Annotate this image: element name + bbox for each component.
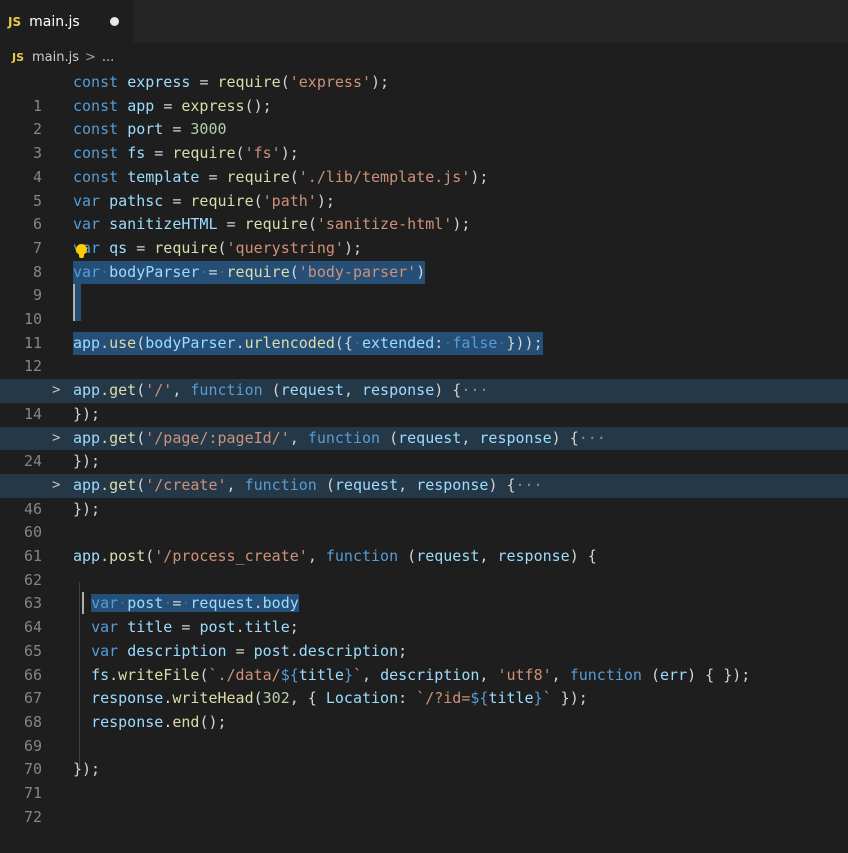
code-line[interactable]: 3 const port = 3000: [0, 118, 848, 162]
code-text: });: [73, 452, 101, 471]
code-text: fs.writeFile(`./data/${title}`, descript…: [91, 665, 751, 684]
code-line[interactable]: 69 response.end();: [0, 711, 848, 755]
code-text: const template = require('./lib/template…: [73, 167, 489, 186]
fold-ellipsis[interactable]: ···: [461, 381, 488, 399]
code-line[interactable]: 23 });: [0, 403, 848, 447]
line-number: 72: [23, 807, 42, 826]
unsaved-dot-icon[interactable]: [110, 17, 119, 26]
code-editor[interactable]: 1 const express = require('express'); 2 …: [0, 71, 848, 826]
code-line[interactable]: 72: [0, 782, 848, 826]
code-text: const app = express();: [73, 96, 272, 115]
code-line[interactable]: 45 });: [0, 450, 848, 494]
code-line[interactable]: 5 const template = require('./lib/templa…: [0, 166, 848, 210]
fold-chevron-icon[interactable]: >: [52, 427, 60, 451]
code-line[interactable]: 71 });: [0, 758, 848, 802]
code-text: const fs = require('fs');: [73, 144, 299, 163]
fold-chevron-icon[interactable]: >: [52, 474, 60, 498]
fold-ellipsis[interactable]: ···: [516, 476, 543, 494]
code-line[interactable]: 66 var description = post.description;: [0, 640, 848, 684]
code-text: app.get('/page/:pageId/', function (requ…: [73, 428, 606, 447]
code-text: var description = post.description;: [91, 641, 408, 660]
code-text: app.get('/create', function (request, re…: [73, 475, 543, 494]
code-line[interactable]: 61: [0, 521, 848, 565]
code-text: response.writeHead(302, { Location: `/?i…: [91, 689, 588, 708]
code-text: app.post('/process_create', function (re…: [73, 547, 597, 565]
tab-bar: JS main.js: [0, 0, 848, 43]
lightbulb-icon[interactable]: [76, 243, 87, 258]
code-text: var sanitizeHTML = require('sanitize-htm…: [73, 215, 471, 234]
code-line[interactable]: 6 var pathsc = require('path');: [0, 190, 848, 234]
code-line-folded[interactable]: 24 > app.get('/page/:pageId/', function …: [0, 426, 848, 470]
code-line[interactable]: 4 const fs = require('fs');: [0, 142, 848, 186]
code-line[interactable]: 70: [0, 735, 848, 778]
fold-chevron-icon[interactable]: >: [52, 379, 60, 403]
code-text: app.use(bodyParser.urlencoded({·extended…: [73, 331, 543, 356]
code-line[interactable]: 12 app.use(bodyParser.urlencoded({·exten…: [0, 331, 848, 375]
breadcrumb-file[interactable]: main.js: [32, 50, 79, 65]
code-text: const express = require('express');: [73, 73, 390, 91]
code-line[interactable]: 7 var sanitizeHTML = require('sanitize-h…: [0, 213, 848, 257]
code-text: });: [73, 760, 101, 779]
code-text: const port = 3000: [73, 120, 227, 139]
js-file-icon: JS: [12, 50, 25, 64]
chevron-right-icon: >: [85, 49, 96, 65]
code-line[interactable]: 9 var·bodyParser·=·require('body-parser'…: [0, 260, 848, 304]
code-line[interactable]: 64 var·post·=·request.body: [0, 592, 848, 636]
breadcrumb: JS main.js > ...: [0, 43, 848, 71]
code-line[interactable]: 60 });: [0, 498, 848, 542]
js-file-icon: JS: [8, 14, 22, 29]
code-text: });: [73, 499, 101, 518]
code-text: var title = post.title;: [91, 618, 299, 637]
code-text: app.get('/', function (request, response…: [73, 381, 489, 400]
code-line[interactable]: 13: [0, 355, 848, 399]
code-text: var pathsc = require('path');: [73, 191, 335, 210]
fold-ellipsis[interactable]: ···: [579, 429, 606, 447]
code-line-folded[interactable]: 46 > app.get('/create', function (reques…: [0, 473, 848, 518]
code-line[interactable]: 62 app.post('/process_create', function …: [0, 545, 848, 589]
code-line[interactable]: 67 fs.writeFile(`./data/${title}`, descr…: [0, 664, 848, 708]
code-line[interactable]: 68 response.writeHead(302, { Location: `…: [0, 687, 848, 731]
code-text: var qs = require('querystring');: [73, 238, 362, 257]
code-line[interactable]: 63: [0, 569, 848, 612]
code-line[interactable]: 10: [0, 284, 848, 328]
tab-label: main.js: [29, 13, 80, 30]
breadcrumb-more[interactable]: ...: [102, 50, 114, 65]
code-line[interactable]: 8 var qs = require('querystring');: [0, 237, 848, 281]
code-line[interactable]: 11: [0, 308, 848, 352]
tab-main-js[interactable]: JS main.js: [0, 0, 133, 43]
code-text: });: [73, 404, 101, 423]
code-line[interactable]: 65 var title = post.title;: [0, 616, 848, 660]
code-line[interactable]: 2 const app = express();: [0, 95, 848, 139]
code-line[interactable]: 1 const express = require('express');: [0, 71, 848, 115]
code-line-folded[interactable]: 14 > app.get('/', function (request, res…: [0, 379, 848, 423]
code-text: var·bodyParser·=·require('body-parser'): [73, 260, 426, 285]
code-text: response.end();: [91, 712, 227, 731]
code-text: var·post·=·request.body: [91, 594, 299, 613]
